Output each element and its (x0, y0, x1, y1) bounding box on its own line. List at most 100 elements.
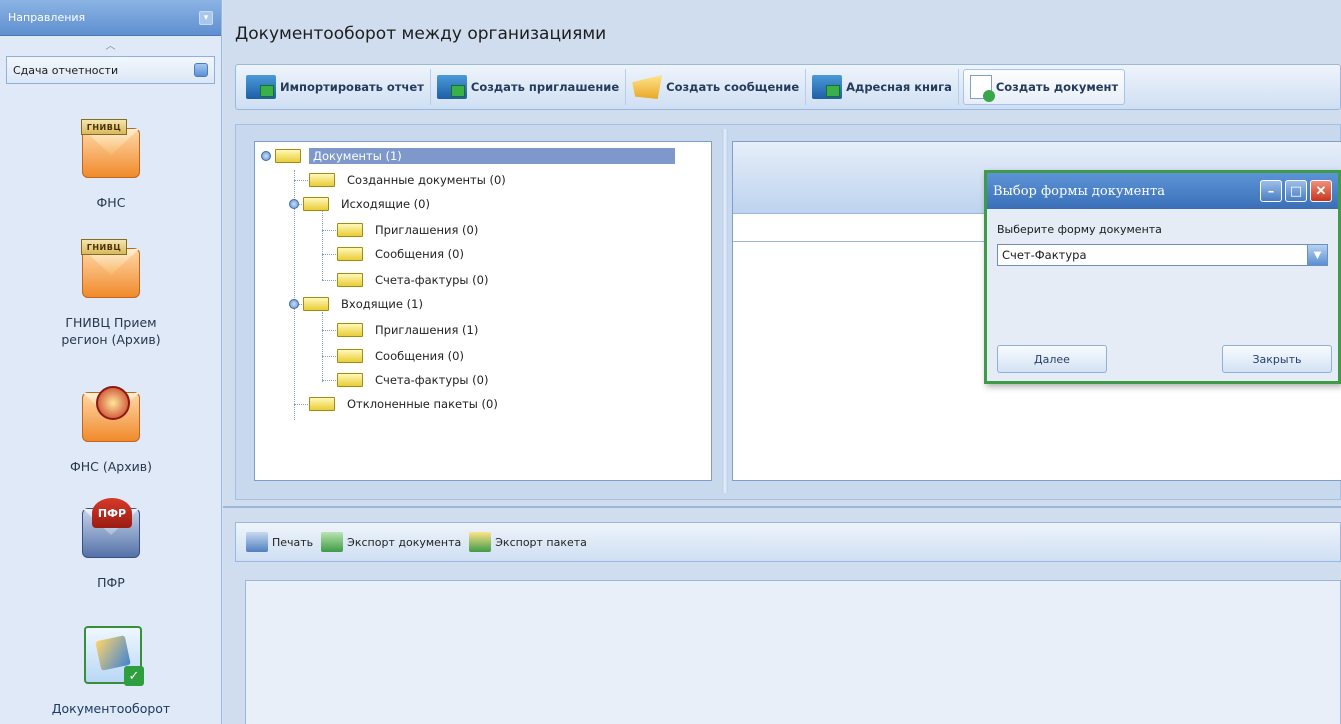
print-button[interactable]: Печать (246, 532, 313, 552)
chevron-down-icon[interactable]: ▼ (1307, 245, 1327, 265)
tree-item-documents[interactable]: Документы (1) (261, 146, 675, 166)
nav-item-pfr[interactable]: ПФР ПФР (0, 498, 222, 591)
address-book-icon (812, 75, 843, 99)
maximize-icon[interactable]: □ (1285, 180, 1307, 202)
button-label: Создать документ (995, 80, 1119, 94)
scroll-up-icon[interactable]: ︿ (0, 36, 221, 52)
app-window: Направления ▾ ︿ Сдача отчетности ГНИВЦ Ф… (0, 0, 1341, 724)
nav-item-gnivc-archive[interactable]: ГНИВЦ ГНИВЦ Прием регион (Архив) (0, 239, 222, 348)
pfr-logo-icon: ПФР (78, 498, 144, 562)
export-package-button[interactable]: Экспорт пакета (469, 532, 587, 552)
dialog-actions: Далее Закрыть (997, 345, 1332, 373)
message-icon (632, 75, 663, 99)
tree-item-label: Счета-фактуры (0) (375, 273, 489, 287)
tree-item-outgoing-invitations[interactable]: Приглашения (0) (337, 220, 482, 240)
tree-item-rejected-packages[interactable]: Отклоненные пакеты (0) (309, 394, 502, 414)
dialog-prompt: Выберите форму документа (997, 223, 1162, 236)
tree-item-label: Созданные документы (0) (347, 173, 506, 187)
document-flow-icon: ✓ (78, 626, 144, 688)
folder-icon (337, 273, 363, 287)
button-label: Экспорт пакета (495, 535, 587, 549)
close-icon[interactable]: ✕ (1310, 180, 1332, 202)
section-button-reporting[interactable]: Сдача отчетности (6, 56, 215, 84)
main-toolbar: Импортировать отчет Создать приглашение … (235, 64, 1341, 110)
tree-item-incoming[interactable]: Входящие (1) (289, 294, 427, 314)
create-document-icon (969, 75, 995, 102)
tree-item-created-documents[interactable]: Созданные документы (0) (309, 170, 510, 190)
collapse-icon[interactable] (289, 199, 299, 209)
selected-form: Счет-Фактура (1002, 248, 1087, 262)
left-navigation-panel: Направления ▾ ︿ Сдача отчетности ГНИВЦ Ф… (0, 0, 222, 724)
tree-item-outgoing-messages[interactable]: Сообщения (0) (337, 244, 468, 264)
close-button[interactable]: Закрыть (1222, 345, 1332, 373)
nav-item-label: ПФР (97, 575, 125, 590)
nav-item-fns-archive[interactable]: ФНС (Архив) (0, 384, 222, 475)
tree-item-label: Входящие (1) (341, 297, 423, 311)
button-label: Создать сообщение (666, 80, 800, 94)
folder-tree: Документы (1) Созданные документы (0) Ис… (254, 141, 712, 481)
document-preview (245, 580, 1341, 724)
vertical-splitter[interactable] (722, 129, 728, 493)
create-message-button[interactable]: Создать сообщение (626, 69, 807, 105)
export-package-icon (469, 532, 492, 552)
dialog-title: Выбор формы документа (993, 183, 1165, 199)
printer-icon (246, 532, 268, 552)
folder-icon (303, 297, 329, 311)
window-controls: – □ ✕ (1260, 180, 1332, 202)
nav-item-fns[interactable]: ГНИВЦ ФНС (0, 119, 222, 211)
collapse-icon[interactable] (261, 151, 271, 161)
nav-item-label: ГНИВЦ Прием регион (Архив) (61, 315, 161, 347)
bottom-toolbar: Печать Экспорт документа Экспорт пакета (235, 522, 1341, 562)
tree-item-label: Исходящие (0) (341, 197, 430, 211)
button-label: Импортировать отчет (280, 80, 424, 94)
section-button-label: Сдача отчетности (13, 63, 119, 77)
dialog-title-bar[interactable]: Выбор формы документа – □ ✕ (987, 173, 1338, 209)
button-label: Экспорт документа (347, 535, 462, 549)
folder-icon (303, 197, 329, 211)
page-title: Документооборот между организациями (235, 24, 607, 44)
tree-item-label: Отклоненные пакеты (0) (347, 397, 498, 411)
nav-item-document-flow[interactable]: ✓ Документооборот (0, 626, 222, 717)
nav-item-label: ФНС (96, 195, 126, 210)
folder-icon (309, 173, 335, 187)
create-document-button[interactable]: Создать документ (962, 69, 1126, 105)
button-label: Адресная книга (846, 80, 952, 94)
document-form-select[interactable]: Счет-Фактура ▼ (997, 244, 1328, 266)
folder-icon (309, 397, 335, 411)
import-report-button[interactable]: Импортировать отчет (240, 69, 431, 105)
envelope-icon: ГНИВЦ (78, 119, 144, 182)
folder-icon (337, 349, 363, 363)
button-label: Создать приглашение (470, 80, 620, 94)
folder-icon (337, 373, 363, 387)
minimize-icon[interactable]: – (1260, 180, 1282, 202)
address-book-button[interactable]: Адресная книга (806, 69, 959, 105)
export-document-button[interactable]: Экспорт документа (321, 532, 461, 552)
export-document-icon (321, 532, 344, 552)
tree-item-label: Приглашения (1) (375, 323, 479, 337)
folder-icon (275, 149, 301, 163)
seal-envelope-icon (78, 384, 144, 446)
tree-item-outgoing-invoices[interactable]: Счета-фактуры (0) (337, 270, 492, 290)
left-panel-title: Направления (8, 11, 86, 24)
tree-item-label: Счета-фактуры (0) (375, 373, 489, 387)
nav-item-label: ФНС (Архив) (70, 459, 152, 474)
tree-item-label: Сообщения (0) (375, 247, 464, 261)
pin-icon[interactable]: ▾ (199, 10, 213, 25)
section-toggle-icon (194, 63, 208, 77)
next-button[interactable]: Далее (997, 345, 1107, 373)
folder-icon (337, 247, 363, 261)
tree-item-incoming-invitations[interactable]: Приглашения (1) (337, 320, 482, 340)
tree-item-incoming-invoices[interactable]: Счета-фактуры (0) (337, 370, 492, 390)
collapse-icon[interactable] (289, 299, 299, 309)
preview-area: Печать Экспорт документа Экспорт пакета (223, 506, 1341, 724)
dialog-body: Выберите форму документа Счет-Фактура ▼ (987, 209, 1338, 280)
folder-icon (337, 223, 363, 237)
left-panel-header: Направления ▾ (0, 0, 221, 36)
tree-item-label: Сообщения (0) (375, 349, 464, 363)
folder-icon (337, 323, 363, 337)
envelope-icon: ГНИВЦ (78, 239, 144, 302)
invite-icon (436, 75, 467, 99)
tree-item-outgoing[interactable]: Исходящие (0) (289, 194, 434, 214)
create-invitation-button[interactable]: Создать приглашение (431, 69, 627, 105)
tree-item-incoming-messages[interactable]: Сообщения (0) (337, 346, 468, 366)
